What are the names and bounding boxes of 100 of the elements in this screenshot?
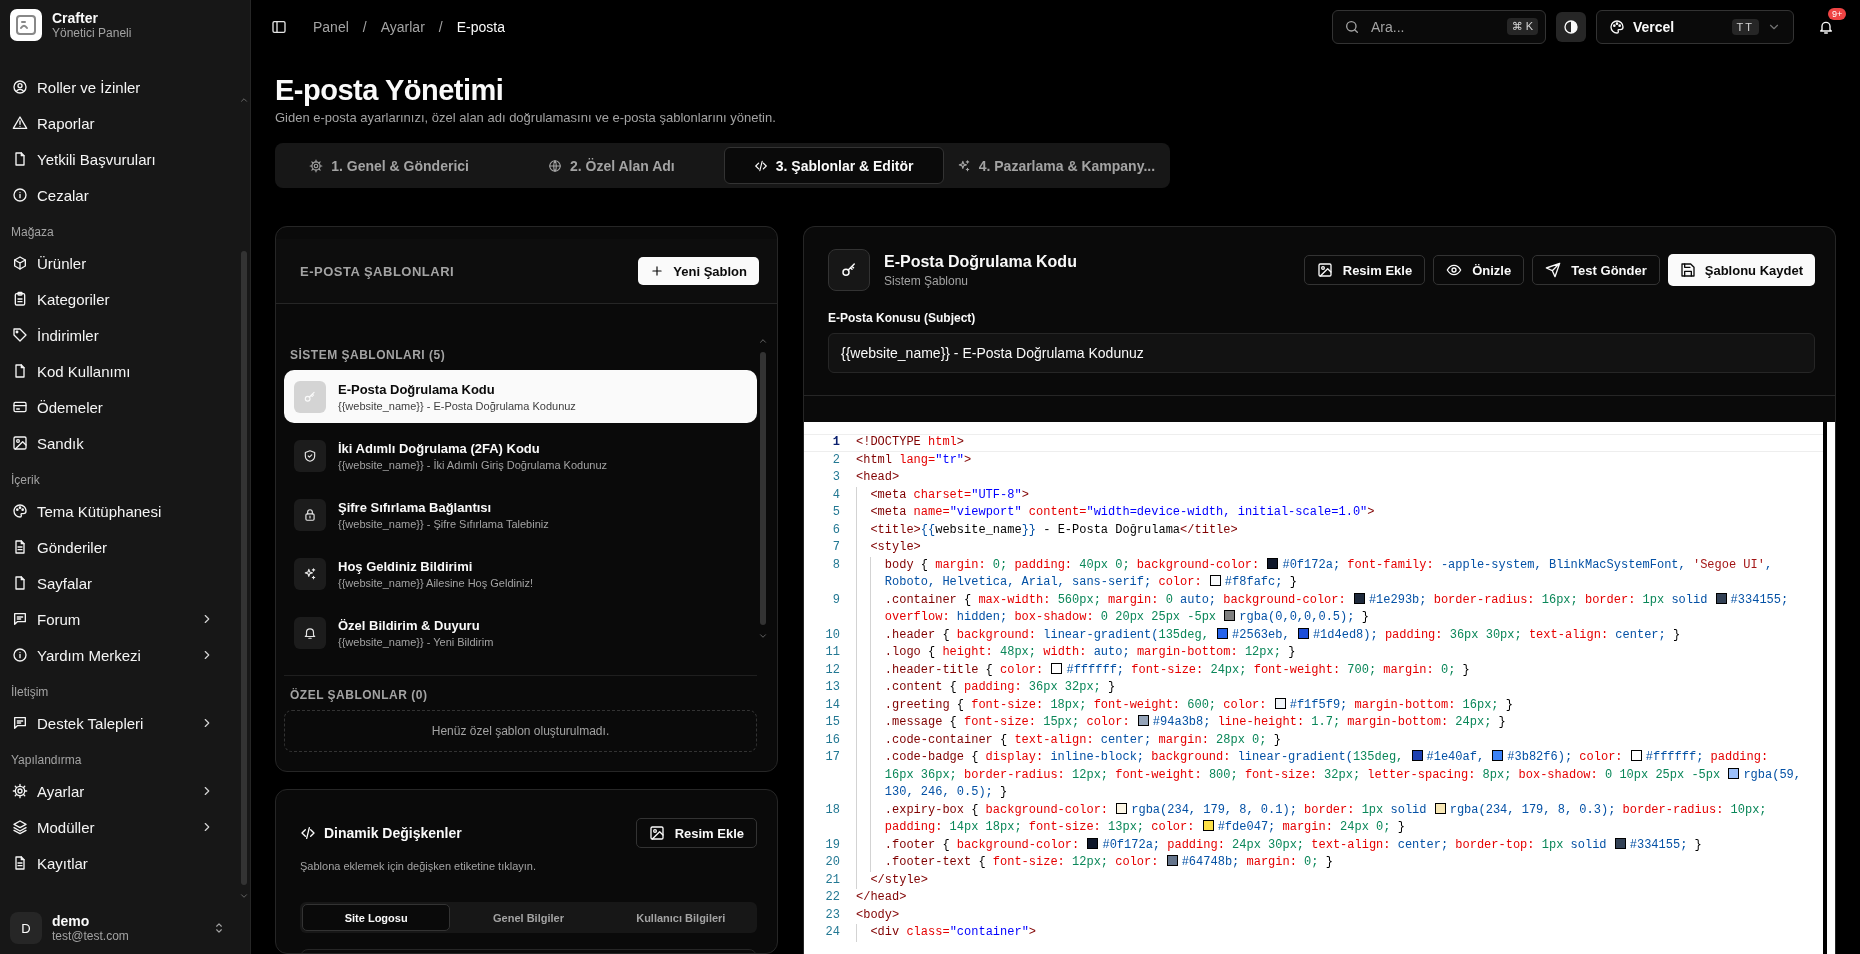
line-number: 5 [831, 504, 841, 521]
sidebar-item[interactable]: Ürünler [10, 245, 230, 281]
line-number: 20 [824, 854, 841, 871]
scrollbar-thumb[interactable] [760, 352, 766, 625]
template-item[interactable]: E-Posta Doğrulama Kodu {{website_name}} - E-Posta Doğrulama Kodunuz [284, 370, 757, 423]
sidebar-item[interactable]: Tema Kütüphanesi [10, 493, 230, 529]
file-icon [12, 363, 28, 379]
code-line: .content { padding: 36px 32px; } [884, 679, 1117, 696]
chat-icon [12, 611, 28, 627]
code-icon [753, 158, 768, 173]
scroll-down-icon[interactable] [239, 891, 249, 901]
line-number: 24 [824, 924, 841, 941]
breadcrumb-link[interactable]: Ayarlar [380, 19, 425, 35]
image-icon [648, 825, 665, 841]
sidebar-item[interactable]: Modüller [10, 809, 230, 845]
tab[interactable]: 1. Genel & Gönderici [279, 147, 500, 184]
line-number: 23 [824, 906, 841, 924]
breadcrumb-link[interactable]: E-posta [456, 19, 505, 35]
sparkle-icon [303, 566, 317, 581]
tab[interactable]: 3. Şablonlar & Editör [723, 147, 944, 184]
toolbar-button[interactable]: Şablonu Kaydet [1667, 254, 1815, 286]
sidebar-item[interactable]: Gönderiler [10, 529, 230, 565]
palette-icon [12, 503, 28, 519]
sidebar-item[interactable]: İndirimler [10, 317, 230, 353]
code-line: </style> [870, 871, 929, 889]
code-line: <head> [856, 469, 901, 486]
sidebar-item[interactable]: Forum [10, 601, 230, 637]
code-line: <style> [870, 539, 922, 556]
segment-tab[interactable]: Genel Bilgiler [454, 904, 603, 931]
settings-icon [12, 783, 28, 799]
breadcrumb-link[interactable]: Panel [313, 19, 349, 35]
sidebar-item[interactable]: Sayfalar [10, 565, 230, 601]
sidebar-toggle-icon[interactable] [271, 19, 287, 35]
sidebar-item[interactable]: Ödemeler [10, 389, 230, 425]
sidebar-item[interactable]: Roller ve İzinler [10, 69, 230, 105]
line-number: 11 [824, 644, 841, 661]
subject-field[interactable]: {{website_name}} - E-Posta Doğrulama Kodunuz [828, 333, 1815, 373]
toolbar-button[interactable]: Resim Ekle [1303, 255, 1426, 285]
empty-state: Henüz özel şablon oluşturulmadı. [284, 710, 757, 752]
scroll-down-icon[interactable] [758, 631, 768, 641]
info-icon [12, 647, 28, 663]
sidebar-item[interactable]: Kayıtlar [10, 845, 230, 881]
warning-icon [12, 115, 28, 131]
sidebar-item[interactable]: Sandık [10, 425, 230, 461]
group-heading: SİSTEM ŞABLONLARI (5) [289, 347, 447, 364]
sidebar-item[interactable]: Ayarlar [10, 773, 230, 809]
scrollbar[interactable] [1823, 422, 1827, 954]
user-circle-icon [12, 79, 28, 95]
theme-toggle-button[interactable] [1556, 12, 1586, 42]
sparkle-icon [956, 158, 971, 173]
eye-icon [1446, 262, 1463, 278]
template-item[interactable]: Hoş Geldiniz Bildirimi {{website_name}} Ailesine Hoş Geldiniz! [284, 547, 757, 600]
line-number: 18 [824, 801, 841, 819]
sidebar-item[interactable]: Cezalar [10, 177, 230, 213]
document-icon [12, 539, 28, 555]
chat-icon [12, 715, 28, 731]
sidebar-item[interactable]: Destek Talepleri [10, 705, 230, 741]
cube-icon [12, 255, 28, 271]
nav-section-heading: İletişim [10, 684, 50, 701]
scroll-up-icon[interactable] [758, 336, 768, 346]
segment-tab[interactable]: Site Logosu [302, 904, 451, 931]
line-number: 4 [831, 486, 841, 504]
team-switcher[interactable]: Vercel TT [1596, 10, 1794, 44]
card-icon [12, 399, 28, 415]
user-avatar: D [10, 912, 42, 944]
code-line: .code-badge { display: inline-block; background: linear-gradient(135deg, #1e40af, #3b82f6); color: #ffffff; padding: 16px 36px; border-radius: 12px; font-weight: 800; font-size: 32px; letter-spacing: 8px; box-shadow: 0 10px 25px -5px rgba(59, 130, 246, 0.5); } [884, 749, 1802, 801]
template-item[interactable]: Özel Bildirim & Duyuru {{website_name}} - Yeni Bildirim [284, 606, 757, 659]
line-number: 10 [824, 626, 841, 644]
toolbar-button[interactable]: Test Gönder [1532, 255, 1660, 285]
palette-icon [1609, 19, 1625, 35]
field-label: E-Posta Konusu (Subject) [828, 311, 977, 325]
code-line: .logo { height: 48px; width: auto; margin-bottom: 12px; } [884, 644, 1297, 661]
sidebar-item[interactable]: Kategoriler [10, 281, 230, 317]
sidebar-item[interactable]: Raporlar [10, 105, 230, 141]
toolbar-button[interactable]: Önizle [1433, 255, 1525, 285]
tab[interactable]: 2. Özel Alan Adı [501, 147, 722, 184]
layers-icon [12, 819, 28, 835]
sidebar-item[interactable]: Kod Kullanımı [10, 353, 230, 389]
search-icon [1344, 19, 1360, 35]
breadcrumb-separator: / [362, 19, 367, 35]
sidebar-item[interactable]: Yetkili Başvuruları [10, 141, 230, 177]
line-number: 13 [824, 679, 841, 696]
shortcut-key: ⌘ K [1506, 18, 1538, 35]
segment-tab[interactable]: Kullanıcı Bilgileri [606, 904, 755, 931]
add-image-button[interactable]: Resim Ekle [635, 818, 757, 848]
scrollbar-thumb[interactable] [241, 251, 247, 885]
template-item[interactable]: Şifre Sıfırlama Bağlantısı {{website_name}} - Şifre Sıfırlama Talebiniz [284, 488, 757, 541]
sidebar-item[interactable]: Yardım Merkezi [10, 637, 230, 673]
user-name: demo [52, 913, 91, 929]
code-line: .container { max-width: 560px; margin: 0 auto; background-color: #1e293b; border-radius: 16px; border: 1px solid #334155; overflow: hidden; box-shadow: 0 20px 25px -5px rgba(0,0,0,0.5); } [884, 591, 1790, 626]
scroll-up-icon[interactable] [239, 95, 249, 105]
save-icon [1679, 262, 1696, 278]
tab[interactable]: 4. Pazarlama & Kampany... [945, 147, 1166, 184]
template-item[interactable]: İki Adımlı Doğrulama (2FA) Kodu {{website_name}} - İki Adımlı Giriş Doğrulama Kodunuz [284, 429, 757, 482]
line-number: 17 [824, 749, 841, 766]
code-line: .expiry-box { background-color: rgba(234, 179, 8, 0.1); border: 1px solid rgba(234, 179, 8, 0.3); border-radius: 10px; padding: 14px 18px; font-size: 13px; color: #fde047; margin: 24px 0; } [884, 801, 1768, 836]
line-number: 16 [824, 731, 841, 749]
new-template-button[interactable]: Yeni Şablon [638, 257, 759, 285]
card-title: E-POSTA ŞABLONLARI [300, 263, 455, 279]
code-line: .header { background: linear-gradient(135deg, #2563eb, #1d4ed8); padding: 36px 30px; text-align: center; } [884, 626, 1682, 644]
